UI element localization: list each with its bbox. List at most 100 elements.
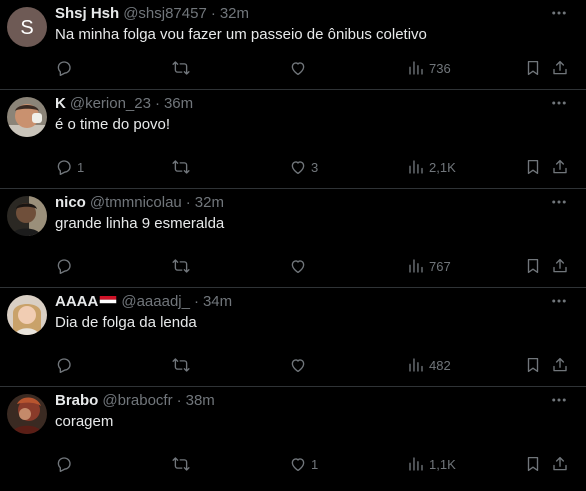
like-button[interactable]: 3 xyxy=(289,157,318,177)
reply-icon xyxy=(57,61,71,77)
share-button[interactable] xyxy=(551,355,569,375)
avatar[interactable] xyxy=(7,196,47,236)
reply-button[interactable] xyxy=(55,355,77,375)
like-count: 1 xyxy=(311,456,319,472)
user-handle[interactable]: @kerion_23 xyxy=(70,95,151,112)
reply-button[interactable] xyxy=(55,454,77,474)
reply-icon xyxy=(57,457,71,473)
tweet-text: grande linha 9 esmeralda xyxy=(55,215,225,232)
view-count: 767 xyxy=(429,258,451,274)
user-handle[interactable]: @tmmnicolau xyxy=(90,194,182,211)
display-name[interactable]: K xyxy=(55,95,66,112)
reply-count: 1 xyxy=(77,159,85,175)
bookmark-button[interactable] xyxy=(524,454,542,474)
avatar[interactable]: S xyxy=(7,7,47,47)
timestamp[interactable]: 32m xyxy=(220,5,249,22)
display-name[interactable]: AAAA xyxy=(55,293,98,310)
views-button[interactable]: 482 xyxy=(407,355,451,375)
like-button[interactable] xyxy=(289,58,311,78)
avatar[interactable] xyxy=(7,394,47,434)
tweet[interactable]: S Shsj Hsh @shsj87457 · 32m Na minha fol… xyxy=(0,0,586,90)
views-icon xyxy=(409,457,423,471)
views-button[interactable]: 767 xyxy=(407,256,451,276)
like-icon xyxy=(291,359,305,373)
tweet[interactable]: nico @tmmnicolau · 32m grande linha 9 es… xyxy=(0,189,586,288)
bookmark-icon xyxy=(527,258,539,274)
views-icon xyxy=(409,358,423,372)
tweet[interactable]: Brabo @brabocfr · 38m coragem 1 1,1K xyxy=(0,387,586,486)
separator-dot: · xyxy=(210,4,216,22)
action-bar: 767 xyxy=(55,256,586,276)
tweet-text: Dia de folga da lenda xyxy=(55,314,197,331)
retweet-button[interactable] xyxy=(172,157,194,177)
tweet-feed: S Shsj Hsh @shsj87457 · 32m Na minha fol… xyxy=(0,0,586,491)
separator-dot: · xyxy=(193,292,199,310)
share-button[interactable] xyxy=(551,454,569,474)
timestamp[interactable]: 34m xyxy=(203,293,232,310)
display-name[interactable]: nico xyxy=(55,194,86,211)
like-button[interactable] xyxy=(289,256,311,276)
more-icon[interactable] xyxy=(548,94,570,112)
timestamp[interactable]: 36m xyxy=(164,95,193,112)
share-icon xyxy=(553,456,567,471)
share-button[interactable] xyxy=(551,58,569,78)
bookmark-icon xyxy=(527,159,539,175)
reply-button[interactable] xyxy=(55,58,77,78)
user-handle[interactable]: @brabocfr xyxy=(102,392,172,409)
retweet-icon xyxy=(172,457,190,471)
tweet[interactable]: K @kerion_23 · 36m é o time do povo! 1 3 xyxy=(0,90,586,189)
avatar-image: S xyxy=(7,7,47,47)
retweet-icon xyxy=(172,160,190,174)
like-icon xyxy=(291,161,305,175)
like-icon xyxy=(291,260,305,274)
more-icon[interactable] xyxy=(548,292,570,310)
bookmark-button[interactable] xyxy=(524,355,542,375)
retweet-button[interactable] xyxy=(172,355,194,375)
more-icon[interactable] xyxy=(548,391,570,409)
views-icon xyxy=(409,61,423,75)
retweet-icon xyxy=(172,61,190,75)
tweet-text: é o time do povo! xyxy=(55,116,171,133)
retweet-icon xyxy=(172,358,190,372)
action-bar: 1 1,1K xyxy=(55,454,586,474)
views-button[interactable]: 2,1K xyxy=(407,157,456,177)
retweet-button[interactable] xyxy=(172,454,194,474)
flag-icon xyxy=(100,295,117,307)
bookmark-icon xyxy=(527,456,539,472)
avatar[interactable] xyxy=(7,295,47,335)
reply-icon xyxy=(57,160,71,176)
views-button[interactable]: 1,1K xyxy=(407,454,456,474)
like-button[interactable] xyxy=(289,355,311,375)
share-button[interactable] xyxy=(551,157,569,177)
avatar-image xyxy=(7,97,47,137)
bookmark-button[interactable] xyxy=(524,256,542,276)
retweet-button[interactable] xyxy=(172,256,194,276)
more-icon[interactable] xyxy=(548,4,570,22)
user-handle[interactable]: @aaaadj_ xyxy=(121,293,190,310)
timestamp[interactable]: 32m xyxy=(195,194,224,211)
display-name[interactable]: Shsj Hsh xyxy=(55,5,119,22)
avatar-image xyxy=(7,295,47,335)
retweet-button[interactable] xyxy=(172,58,194,78)
share-icon xyxy=(553,357,567,372)
avatar[interactable] xyxy=(7,97,47,137)
view-count: 736 xyxy=(429,60,451,76)
bookmark-icon xyxy=(527,357,539,373)
action-bar: 1 3 2,1K xyxy=(55,157,586,177)
action-bar: 736 xyxy=(55,58,586,78)
share-button[interactable] xyxy=(551,256,569,276)
user-handle[interactable]: @shsj87457 xyxy=(123,5,207,22)
like-button[interactable]: 1 xyxy=(289,454,318,474)
reply-icon xyxy=(57,259,71,275)
views-button[interactable]: 736 xyxy=(407,58,451,78)
bookmark-button[interactable] xyxy=(524,58,542,78)
reply-button[interactable] xyxy=(55,256,77,276)
reply-button[interactable]: 1 xyxy=(55,157,84,177)
display-name[interactable]: Brabo xyxy=(55,392,98,409)
tweet-text: Na minha folga vou fazer um passeio de ô… xyxy=(55,26,427,43)
timestamp[interactable]: 38m xyxy=(186,392,215,409)
tweet[interactable]: AAAA @aaaadj_ · 34m Dia de folga da lend… xyxy=(0,288,586,387)
more-icon[interactable] xyxy=(548,193,570,211)
separator-dot: · xyxy=(185,193,191,211)
bookmark-button[interactable] xyxy=(524,157,542,177)
